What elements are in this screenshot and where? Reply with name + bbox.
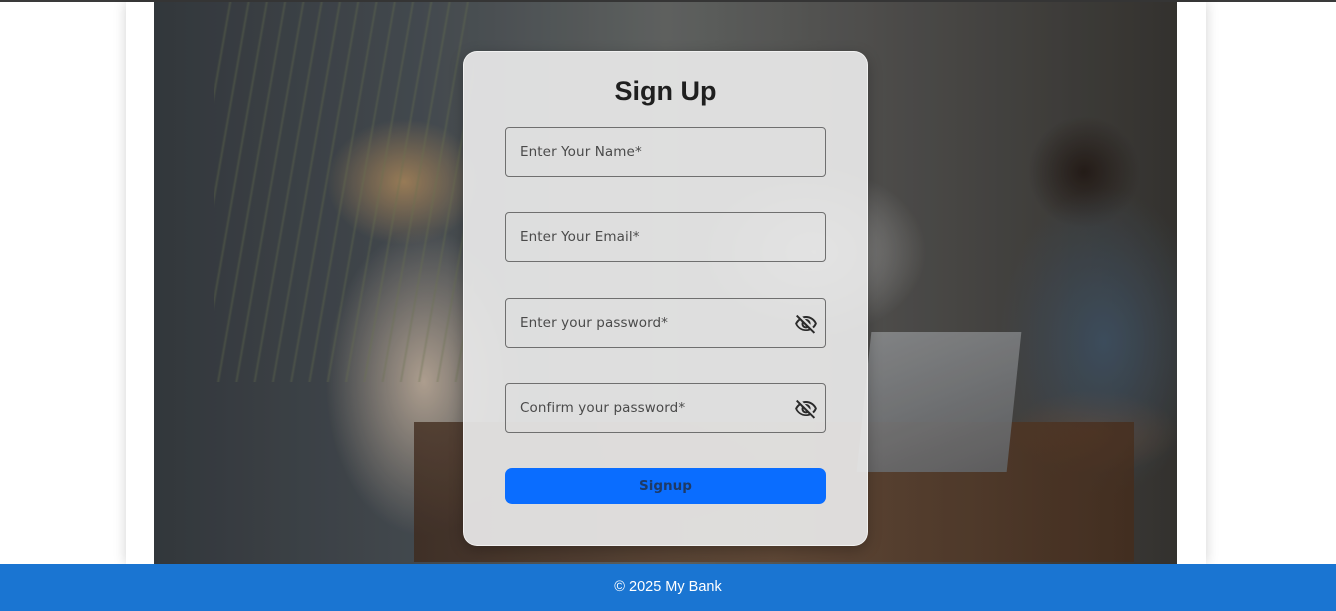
password-input[interactable]: Enter your password*	[505, 298, 826, 348]
email-input[interactable]: Enter Your Email*	[505, 212, 826, 262]
signup-button[interactable]: Signup	[505, 468, 826, 504]
eye-off-icon[interactable]	[794, 397, 818, 421]
password-input-placeholder: Enter your password*	[520, 315, 669, 331]
eye-off-icon[interactable]	[794, 312, 818, 336]
footer-copyright: © 2025 My Bank	[614, 579, 722, 595]
name-input-placeholder: Enter Your Name*	[520, 144, 642, 160]
name-input[interactable]: Enter Your Name*	[505, 127, 826, 177]
confirm-password-input[interactable]: Confirm your password*	[505, 383, 826, 433]
signup-card: Sign Up Enter Your Name* Enter Your Emai…	[463, 51, 868, 546]
email-input-placeholder: Enter Your Email*	[520, 229, 640, 245]
footer: © 2025 My Bank	[0, 564, 1336, 611]
signup-title: Sign Up	[614, 76, 717, 106]
confirm-password-input-placeholder: Confirm your password*	[520, 400, 686, 416]
